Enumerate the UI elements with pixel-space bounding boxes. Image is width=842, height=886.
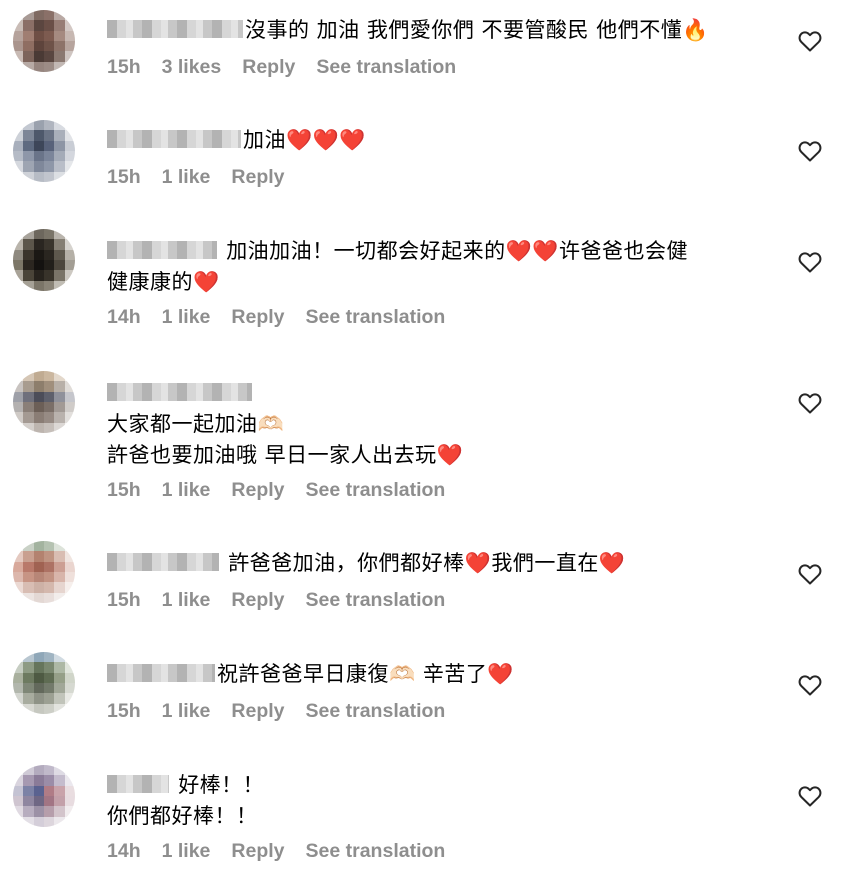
heart-outline-icon (798, 31, 822, 52)
like-button[interactable] (798, 785, 822, 807)
username-blurred[interactable] (107, 553, 219, 571)
timestamp: 15h (107, 56, 141, 78)
comment-meta: 15h 1 like Reply See translation (107, 479, 767, 502)
comment-meta: 15h 3 likes Reply See translation (107, 56, 767, 79)
like-button[interactable] (798, 30, 822, 52)
comment-text: 祝許爸爸早日康復🫶🏻 辛苦了❤️ (107, 659, 767, 690)
see-translation-link[interactable]: See translation (306, 479, 446, 502)
comment-content-line2: 健康康的❤️ (107, 270, 220, 294)
like-button[interactable] (798, 563, 822, 585)
heart-outline-icon (798, 564, 822, 585)
likes-count-link[interactable]: 3 likes (162, 56, 222, 79)
comment-content-line2: 你們都好棒！！ (107, 804, 258, 828)
heart-outline-icon (798, 252, 822, 273)
timestamp: 15h (107, 479, 141, 501)
comment-content: 加油加油！一切都会好起来的❤️❤️许爸爸也会健 (226, 239, 688, 263)
comment-text: 好棒！！ 你們都好棒！！ (107, 770, 767, 832)
username-blurred[interactable] (107, 20, 243, 38)
see-translation-link[interactable]: See translation (306, 840, 446, 863)
like-button[interactable] (798, 251, 822, 273)
heart-outline-icon (798, 675, 822, 696)
timestamp: 15h (107, 589, 141, 611)
like-button[interactable] (798, 392, 822, 414)
heart-outline-icon (798, 786, 822, 807)
timestamp: 14h (107, 306, 141, 328)
comment-text: 加油加油！一切都会好起来的❤️❤️许爸爸也会健 健康康的❤️ (107, 236, 767, 298)
comment-content: 祝許爸爸早日康復🫶🏻 辛苦了❤️ (217, 662, 514, 686)
comment-content: 許爸爸加油，你們都好棒❤️我們一直在❤️ (228, 551, 626, 575)
username-blurred[interactable] (107, 664, 215, 682)
reply-button[interactable]: Reply (231, 479, 284, 502)
comment-content: 沒事的 加油 我們愛你們 不要管酸民 他們不懂🔥 (245, 18, 709, 42)
comment-meta: 14h 1 like Reply See translation (107, 840, 767, 863)
comment-meta: 15h 1 like Reply See translation (107, 589, 767, 612)
comment-content: 好棒！！ (178, 773, 265, 797)
username-blurred[interactable] (107, 241, 217, 259)
see-translation-link[interactable]: See translation (306, 306, 446, 329)
comment-text: 大家都一起加油🫶🏻 許爸也要加油哦 早日一家人出去玩❤️ (107, 378, 767, 471)
avatar[interactable] (13, 120, 75, 182)
see-translation-link[interactable]: See translation (306, 700, 446, 723)
avatar[interactable] (13, 765, 75, 827)
avatar[interactable] (13, 371, 75, 433)
reply-button[interactable]: Reply (231, 166, 284, 189)
avatar[interactable] (13, 10, 75, 72)
see-translation-link[interactable]: See translation (316, 56, 456, 79)
avatar[interactable] (13, 229, 75, 291)
comment-content: 加油❤️❤️❤️ (243, 128, 366, 152)
username-blurred[interactable] (107, 130, 241, 148)
timestamp: 15h (107, 700, 141, 722)
comment-meta: 14h 1 like Reply See translation (107, 306, 767, 329)
username-blurred[interactable] (107, 383, 252, 401)
like-button[interactable] (798, 674, 822, 696)
comment-text: 加油❤️❤️❤️ (107, 125, 767, 156)
reply-button[interactable]: Reply (231, 840, 284, 863)
reply-button[interactable]: Reply (242, 56, 295, 79)
heart-outline-icon (798, 393, 822, 414)
comment-text: 沒事的 加油 我們愛你們 不要管酸民 他們不懂🔥 (107, 15, 767, 46)
reply-button[interactable]: Reply (231, 306, 284, 329)
see-translation-link[interactable]: See translation (306, 589, 446, 612)
comment-content: 大家都一起加油🫶🏻 (107, 412, 285, 436)
comment-meta: 15h 1 like Reply See translation (107, 700, 767, 723)
username-blurred[interactable] (107, 775, 169, 793)
likes-count-link[interactable]: 1 like (162, 700, 211, 723)
avatar[interactable] (13, 541, 75, 603)
timestamp: 14h (107, 840, 141, 862)
timestamp: 15h (107, 166, 141, 188)
reply-button[interactable]: Reply (231, 589, 284, 612)
likes-count-link[interactable]: 1 like (162, 840, 211, 863)
likes-count-link[interactable]: 1 like (162, 166, 211, 189)
likes-count-link[interactable]: 1 like (162, 479, 211, 502)
heart-outline-icon (798, 141, 822, 162)
likes-count-link[interactable]: 1 like (162, 589, 211, 612)
comment-text: 許爸爸加油，你們都好棒❤️我們一直在❤️ (107, 548, 767, 579)
like-button[interactable] (798, 140, 822, 162)
avatar[interactable] (13, 652, 75, 714)
comment-content-line2: 許爸也要加油哦 早日一家人出去玩❤️ (107, 443, 464, 467)
likes-count-link[interactable]: 1 like (162, 306, 211, 329)
reply-button[interactable]: Reply (231, 700, 284, 723)
comment-meta: 15h 1 like Reply (107, 166, 767, 189)
